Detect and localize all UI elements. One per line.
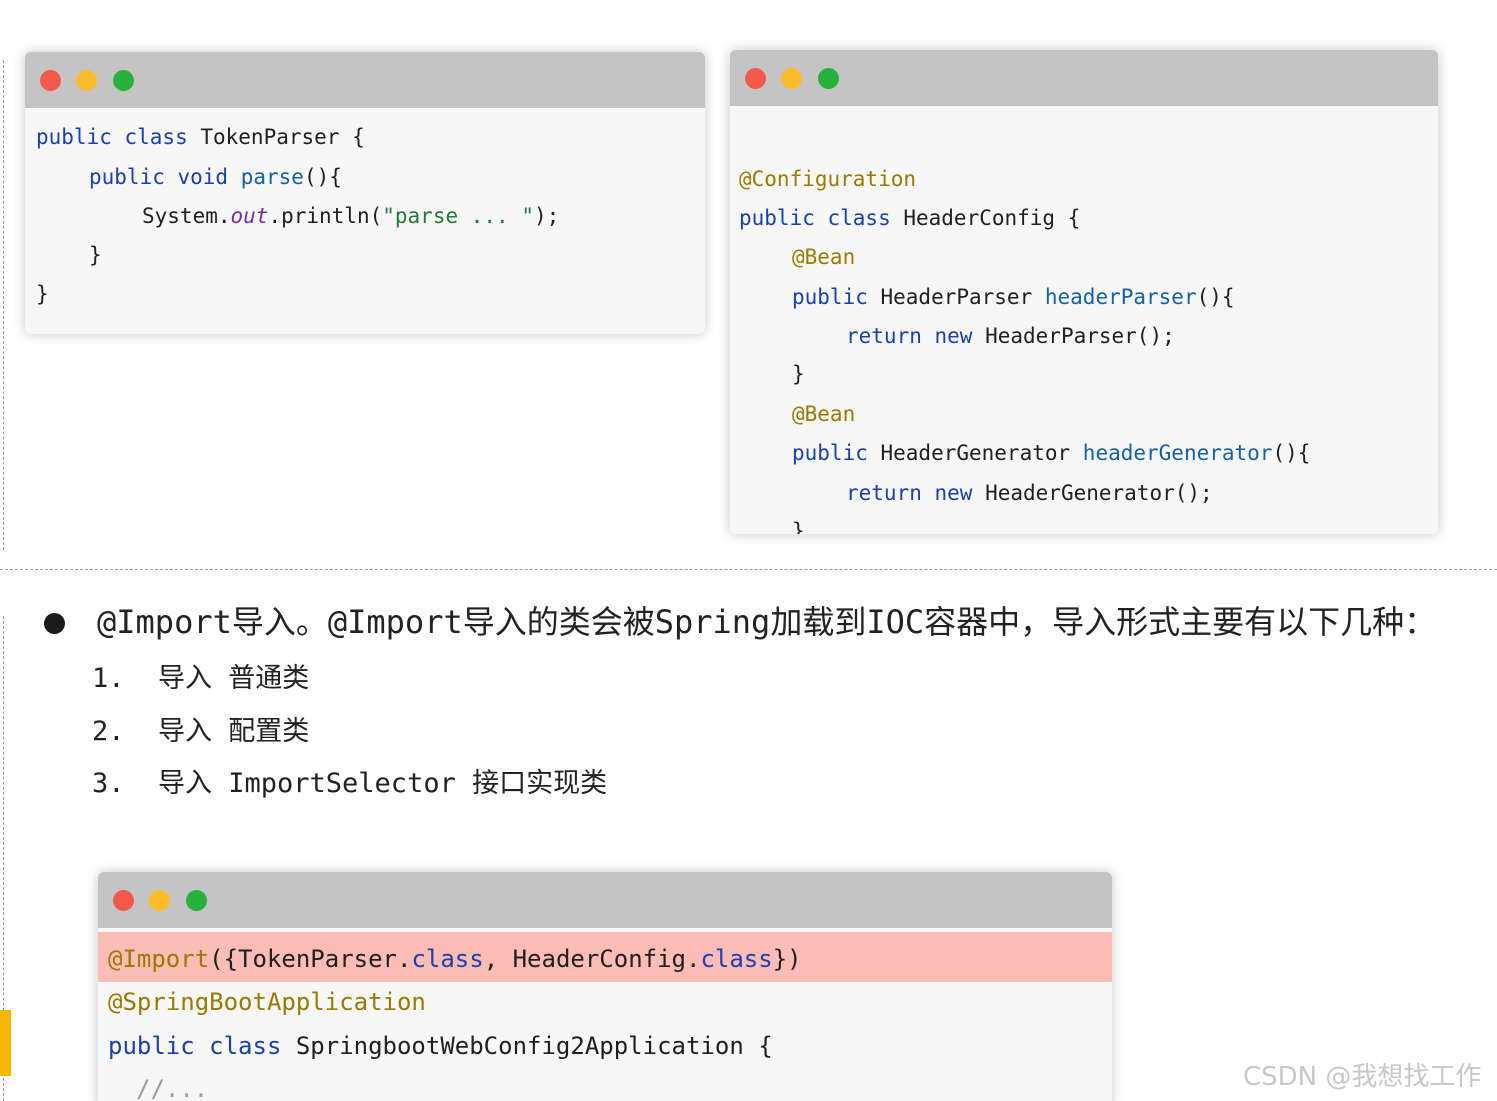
list-item: 1. 导入 普通类 [92, 660, 309, 698]
code-line: } [89, 240, 102, 270]
list-text: 导入 普通类 [158, 663, 310, 694]
section-divider [0, 569, 1497, 570]
orange-marker [0, 1010, 11, 1076]
code-line: @Bean [792, 399, 855, 429]
code-text: } [792, 519, 805, 534]
code-line: System.out.println("parse ... "); [142, 201, 559, 231]
code-text: (){ [1196, 285, 1235, 309]
keyword: public class [739, 206, 891, 230]
close-dot-icon [40, 70, 61, 91]
minimize-dot-icon [76, 70, 97, 91]
code-line: return new HeaderGenerator(); [846, 478, 1213, 508]
keyword: class [700, 945, 773, 973]
code-line: @SpringBootApplication [108, 985, 426, 1019]
method-name: headerGenerator [1082, 441, 1273, 465]
list-number: 2. [92, 716, 125, 747]
list-item: 3. 导入 ImportSelector 接口实现类 [92, 765, 607, 803]
method-name: headerParser [1044, 285, 1197, 309]
annotation: @Configuration [739, 167, 917, 191]
minimize-dot-icon [149, 890, 170, 911]
code-text: }) [772, 945, 802, 973]
code-line: public HeaderGenerator headerGenerator()… [792, 438, 1310, 468]
code-line: } [792, 359, 805, 389]
code-window-token-parser: public class TokenParser { public void p… [25, 52, 705, 334]
keyword: public void [89, 165, 229, 189]
keyword: return new [846, 481, 973, 505]
annotation: @Bean [792, 245, 856, 269]
list-number: 1. [92, 663, 125, 694]
code-text: ({TokenParser. [209, 945, 412, 973]
code-comment: //... [136, 1075, 209, 1101]
list-number: 3. [92, 768, 125, 799]
code-text: HeaderGenerator(); [972, 481, 1213, 505]
window-titlebar [98, 872, 1112, 928]
code-block: @Import({TokenParser.class, HeaderConfig… [108, 928, 1112, 1101]
code-line: @Import({TokenParser.class, HeaderConfig… [108, 942, 802, 976]
keyword: public [792, 285, 868, 309]
page: public class TokenParser { public void p… [0, 0, 1497, 1101]
code-text: SpringbootWebConfig2Application { [281, 1032, 773, 1060]
list-item: 2. 导入 配置类 [92, 713, 309, 751]
close-dot-icon [745, 68, 766, 89]
keyword: class [411, 945, 484, 973]
list-text: 导入 ImportSelector 接口实现类 [158, 768, 608, 799]
window-titlebar [730, 50, 1438, 106]
maximize-dot-icon [113, 70, 134, 91]
code-block: @Configuration public class HeaderConfig… [739, 106, 1438, 534]
code-line: @Bean [792, 242, 855, 272]
annotation: @Import [108, 945, 210, 973]
annotation: @Bean [792, 402, 856, 426]
keyword: public class [108, 1032, 282, 1060]
code-text: } [89, 243, 102, 267]
maximize-dot-icon [186, 890, 207, 911]
keyword: public [792, 441, 868, 465]
static-field: out [230, 204, 269, 228]
code-line: public HeaderParser headerParser(){ [792, 282, 1235, 312]
left-dashed-rule-top [3, 60, 4, 550]
watermark: CSDN @我想找工作 [1243, 1062, 1482, 1092]
code-text: } [792, 362, 805, 386]
code-line: public class HeaderConfig { [739, 203, 1080, 233]
code-text: System. [142, 204, 231, 228]
string-literal: "parse ... " [382, 204, 534, 228]
keyword: return new [846, 324, 973, 348]
bullet-text: @Import导入。@Import导入的类会被Spring加载到IOC容器中，导… [97, 603, 1437, 641]
code-text: (){ [303, 165, 342, 189]
code-text: HeaderConfig { [890, 206, 1081, 230]
code-line: @Configuration [739, 164, 916, 194]
code-line: public class SpringbootWebConfig2Applica… [108, 1029, 773, 1063]
code-line: return new HeaderParser(); [846, 321, 1175, 351]
annotation: @SpringBootApplication [108, 988, 426, 1016]
code-line: public class TokenParser { [36, 122, 365, 152]
code-text: (){ [1272, 441, 1311, 465]
code-line: public void parse(){ [89, 162, 342, 192]
window-titlebar [25, 52, 705, 108]
code-window-spring-app: @Import({TokenParser.class, HeaderConfig… [98, 872, 1112, 1101]
code-text: TokenParser { [187, 125, 365, 149]
maximize-dot-icon [818, 68, 839, 89]
code-text: HeaderParser(); [972, 324, 1175, 348]
close-dot-icon [113, 890, 134, 911]
code-text: ); [533, 204, 560, 228]
minimize-dot-icon [781, 68, 802, 89]
code-text: HeaderGenerator [867, 441, 1083, 465]
code-line: //... [136, 1072, 208, 1101]
keyword: public class [36, 125, 188, 149]
code-line: } [792, 516, 805, 534]
code-window-header-config: @Configuration public class HeaderConfig… [730, 50, 1438, 534]
code-line: } [36, 279, 49, 309]
list-text: 导入 配置类 [158, 716, 310, 747]
code-block: public class TokenParser { public void p… [36, 122, 705, 306]
method-name: parse [240, 165, 304, 189]
code-text: HeaderParser [867, 285, 1045, 309]
bullet-icon [44, 613, 65, 634]
code-text: .println( [268, 204, 383, 228]
code-text: , HeaderConfig. [483, 945, 701, 973]
code-text: } [36, 282, 49, 306]
